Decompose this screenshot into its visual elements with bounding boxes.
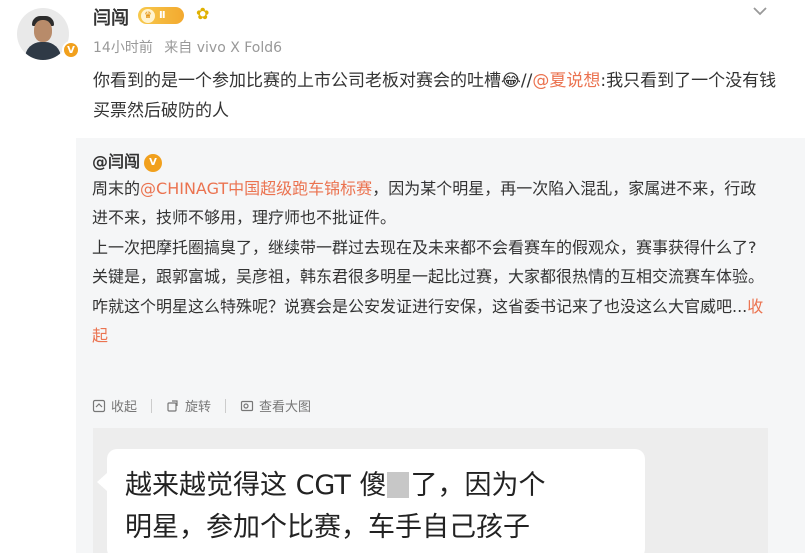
chinagt-link[interactable]: @CHINAGT中国超级跑车锦标赛 — [140, 179, 372, 198]
repost-paragraph-2: 上一次把摩托圈搞臭了，继续带一群过去现在及未来都不会看赛车的假观众，赛事获得什么… — [92, 237, 757, 257]
verified-icon: V — [144, 153, 163, 172]
bubble-line-2: 明星，参加个比赛，车手自己孩子 — [125, 512, 530, 543]
view-large-button[interactable]: 查看大图 — [240, 396, 311, 415]
repost-text: 周末的@CHINAGT中国超级跑车锦标赛，因为某个明星，再一次陷入混乱，家属进不… — [92, 174, 768, 350]
view-large-icon — [240, 400, 254, 411]
collapse-label: 收起 — [111, 400, 138, 415]
author-name[interactable]: 闫闯 — [93, 4, 129, 30]
repost-p3-text: 关键是，跟郭富城，吴彦祖，韩东君很多明星一起比过赛，大家都很热情的互相交流赛车体… — [92, 267, 765, 316]
divider — [225, 398, 227, 413]
bubble-line-1b: 了，因为个 — [410, 470, 546, 501]
chevron-down-icon[interactable] — [752, 3, 768, 19]
repost-paragraph-3: 关键是，跟郭富城，吴彦祖，韩东君很多明星一起比过赛，大家都很热情的互相交流赛车体… — [92, 262, 768, 350]
censor-block — [387, 472, 410, 498]
repost-paragraph-1: 周末的@CHINAGT中国超级跑车锦标赛，因为某个明星，再一次陷入混乱，家属进不… — [92, 174, 768, 233]
repost-separator: // — [520, 71, 533, 91]
rotate-button[interactable]: 旋转 — [166, 396, 211, 415]
rotate-label: 旋转 — [185, 400, 212, 415]
image-toolbar: 收起 旋转 查看大图 — [92, 396, 325, 415]
post-meta: 14小时前 来自 vivo X Fold6 — [93, 37, 289, 57]
repost-card: @闫闯 V 周末的@CHINAGT中国超级跑车锦标赛，因为某个明星，再一次陷入混乱… — [76, 138, 805, 553]
bubble-line-1a: 越来越觉得这 CGT 傻 — [125, 470, 387, 501]
verified-icon: V — [62, 41, 80, 59]
post-text-main: 你看到的是一个参加比赛的上市公司老板对赛会的吐槽 — [93, 71, 501, 91]
sunflower-icon[interactable]: ✿ — [196, 4, 209, 23]
rotate-icon — [167, 399, 178, 412]
avatar-face — [34, 20, 52, 42]
post-time[interactable]: 14小时前 — [93, 40, 153, 56]
repost-author[interactable]: @闫闯 V — [92, 148, 163, 172]
weibo-post: V 闫闯 ♛ Ⅱ ✿ 14小时前 来自 vivo X Fold6 你看到的是一个… — [0, 0, 805, 553]
chat-bubble: 越来越觉得这 CGT 傻了，因为个 明星，参加个比赛，车手自己孩子 — [97, 449, 645, 553]
level-label: Ⅱ — [159, 10, 166, 21]
avatar-body — [25, 42, 61, 60]
repost-image[interactable]: 越来越觉得这 CGT 傻了，因为个 明星，参加个比赛，车手自己孩子 — [93, 428, 768, 553]
level-badge[interactable]: ♛ Ⅱ — [138, 7, 184, 24]
repost-author-name[interactable]: @闫闯 — [92, 152, 140, 171]
post-text: 你看到的是一个参加比赛的上市公司老板对赛会的吐槽😂//@夏说想:我只看到了一个没… — [93, 66, 783, 126]
mention-link[interactable]: @夏说想 — [532, 71, 600, 91]
post-source: 来自 vivo X Fold6 — [164, 40, 283, 56]
laugh-emoji-icon: 😂 — [501, 71, 521, 91]
crown-icon: ♛ — [141, 8, 155, 23]
collapse-icon — [92, 399, 106, 412]
repost-p1-start: 周末的 — [92, 179, 141, 198]
view-large-label: 查看大图 — [259, 400, 312, 415]
bubble-text: 越来越觉得这 CGT 傻了，因为个 明星，参加个比赛，车手自己孩子 — [125, 465, 635, 549]
divider — [151, 398, 153, 413]
avatar[interactable] — [17, 8, 69, 60]
collapse-button[interactable]: 收起 — [92, 396, 137, 415]
